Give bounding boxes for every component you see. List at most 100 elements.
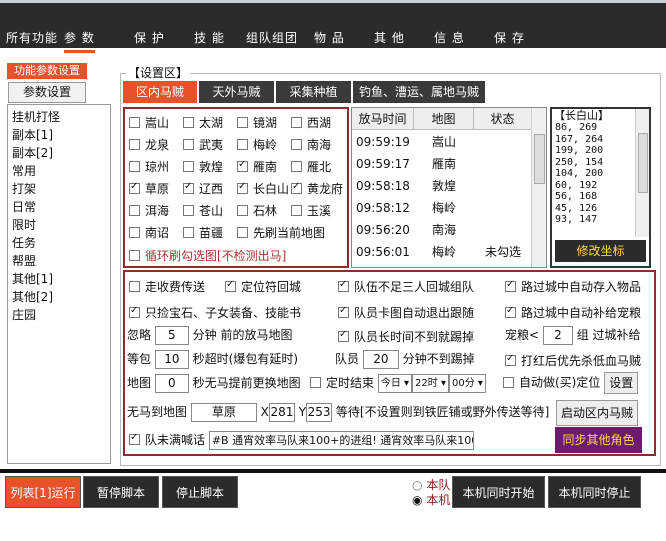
- day-select[interactable]: 今日 ▾: [377, 374, 413, 393]
- list-item[interactable]: 常用: [12, 162, 106, 180]
- kill-low-checkbox[interactable]: 打红后优先杀低血马贼: [505, 352, 641, 369]
- nav-tab-team[interactable]: 组队组团: [246, 29, 298, 46]
- map-checkbox[interactable]: 雁北: [291, 158, 331, 175]
- tab-outer-bandits[interactable]: 天外马贼: [199, 81, 274, 103]
- radio-machine[interactable]: ◉ 本机: [412, 493, 450, 508]
- table-row[interactable]: 09:58:12 梅岭: [352, 197, 532, 219]
- run-status-button[interactable]: 列表[1]运行中: [5, 476, 81, 532]
- tab-gathering[interactable]: 采集种植: [276, 81, 351, 103]
- toll-teleport-checkbox[interactable]: 走收费传送: [129, 278, 205, 295]
- column-header-map[interactable]: 地图: [414, 108, 474, 130]
- list-item[interactable]: 庄园: [12, 306, 106, 324]
- shout-checkbox[interactable]: [129, 432, 140, 445]
- table-row[interactable]: 09:56:20 南海: [352, 219, 532, 241]
- nav-tab-items[interactable]: 物 品: [314, 29, 345, 46]
- table-scrollbar[interactable]: [531, 108, 546, 267]
- wait-seconds-input[interactable]: 10: [154, 350, 189, 369]
- table-row[interactable]: 09:56:01 梅岭 未勾选: [352, 241, 532, 263]
- nav-tab-protect[interactable]: 保 护: [134, 29, 165, 46]
- list-item[interactable]: 打架: [12, 180, 106, 198]
- member-stuck-checkbox[interactable]: 队员卡图自动退出跟随: [338, 304, 474, 321]
- map-checkbox[interactable]: 太湖: [183, 114, 223, 131]
- checkbox-icon: [129, 139, 140, 150]
- stop-script-button[interactable]: 停止脚本: [162, 476, 238, 508]
- ignore-minutes-input[interactable]: 5: [154, 326, 189, 345]
- x-input[interactable]: 281: [268, 403, 295, 422]
- map-checkbox[interactable]: 琼州: [129, 158, 169, 175]
- nav-tab-info[interactable]: 信 息: [434, 29, 465, 46]
- table-row[interactable]: 09:58:18 敦煌: [352, 175, 532, 197]
- column-header-time[interactable]: 放马时间: [352, 108, 414, 130]
- auto-pet-food-checkbox[interactable]: 路过城中自动补给宠粮: [505, 304, 641, 321]
- map-checkbox[interactable]: 先刷当前地图: [237, 224, 325, 241]
- map-checkbox[interactable]: 苍山: [183, 202, 223, 219]
- map-checkbox[interactable]: 武夷: [183, 136, 223, 153]
- list-item[interactable]: 限时: [12, 216, 106, 234]
- map-checkbox[interactable]: 苗疆: [183, 224, 223, 241]
- pick-only-checkbox[interactable]: 只捡宝石、子女装备、技能书: [129, 304, 301, 321]
- map-seconds-input[interactable]: 0: [154, 374, 189, 393]
- param-settings-button[interactable]: 参数设置: [8, 82, 86, 103]
- radio-team[interactable]: ○ 本队: [412, 478, 450, 493]
- sync-other-roles-button[interactable]: 同步其他角色: [555, 427, 642, 453]
- nav-tab-save[interactable]: 保 存: [494, 29, 525, 46]
- map-checkbox[interactable]: 镜湖: [237, 114, 277, 131]
- modify-coords-button[interactable]: 修改坐标: [555, 240, 646, 262]
- auto-locate-checkbox[interactable]: [503, 376, 514, 388]
- map-checkbox[interactable]: 西湖: [291, 114, 331, 131]
- map-checkbox[interactable]: 雁南: [237, 158, 277, 175]
- pause-script-button[interactable]: 暂停脚本: [83, 476, 159, 508]
- shout-text-input[interactable]: #B 通宵效率马队来100+的进组! 通宵效率马队来100+的进组!: [208, 431, 474, 450]
- table-row[interactable]: 09:59:19 嵩山: [352, 131, 532, 153]
- loop-selected-maps-checkbox[interactable]: 循环刷勾选图[不检测出马]: [129, 247, 286, 264]
- map-checkbox[interactable]: 南海: [291, 136, 331, 153]
- list-item[interactable]: 其他[1]: [12, 270, 106, 288]
- map-checkbox[interactable]: 玉溪: [291, 202, 331, 219]
- team-less-three-checkbox[interactable]: 队伍不足三人回城组队: [338, 278, 474, 295]
- map-checkbox[interactable]: 洱海: [129, 202, 169, 219]
- map-checkbox[interactable]: 梅岭: [237, 136, 277, 153]
- map-checkbox[interactable]: 敦煌: [183, 158, 223, 175]
- auto-store-checkbox[interactable]: 路过城中自动存入物品: [505, 278, 641, 295]
- timed-end-checkbox[interactable]: [310, 377, 321, 388]
- column-header-status[interactable]: 状态: [474, 108, 532, 130]
- locator-return-checkbox[interactable]: 定位符回城: [225, 278, 301, 295]
- sync-stop-button[interactable]: 本机同时停止: [548, 476, 641, 508]
- nav-tab-params[interactable]: 参 数: [64, 29, 95, 53]
- map-checkbox[interactable]: 草原: [129, 180, 169, 197]
- start-inner-bandits-button[interactable]: 启动区内马贼: [556, 400, 639, 426]
- list-item[interactable]: 任务: [12, 234, 106, 252]
- tab-inner-bandits[interactable]: 区内马贼: [123, 81, 197, 103]
- map-checkbox[interactable]: 长白山: [237, 180, 289, 197]
- settings-button[interactable]: 设置: [604, 372, 639, 394]
- sync-start-button[interactable]: 本机同时开始: [452, 476, 545, 508]
- member-kick-checkbox[interactable]: 队员长时间不到就踢掉: [338, 328, 474, 345]
- no-horse-map-input[interactable]: 草原: [190, 403, 257, 422]
- list-item[interactable]: 日常: [12, 198, 106, 216]
- nav-tab-other[interactable]: 其 他: [374, 29, 405, 46]
- map-checkbox[interactable]: 嵩山: [129, 114, 169, 131]
- map-checkbox[interactable]: 龙泉: [129, 136, 169, 153]
- map-checkbox[interactable]: 辽西: [183, 180, 223, 197]
- map-checkbox[interactable]: 南诏: [129, 224, 169, 241]
- map-checkbox[interactable]: 黄龙府: [291, 180, 343, 197]
- tab-fishing-transport[interactable]: 钓鱼、漕运、属地马贼: [353, 81, 485, 103]
- list-item[interactable]: 挂机打怪: [12, 108, 106, 126]
- pet-food-input[interactable]: 2: [542, 326, 573, 345]
- list-item[interactable]: 帮盟: [12, 252, 106, 270]
- nav-tab-all[interactable]: 所有功能: [6, 29, 58, 46]
- member-minutes-input[interactable]: 20: [362, 350, 399, 369]
- shout-row: 队未满喊话 #B 通宵效率马队来100+的进组! 通宵效率马队来100+的进组!: [129, 431, 474, 450]
- list-item[interactable]: 副本[2]: [12, 144, 106, 162]
- hour-select[interactable]: 22时 ▾: [412, 374, 449, 393]
- table-row[interactable]: 09:55:41 黄龙府: [352, 263, 532, 267]
- map-checkbox[interactable]: 石林: [237, 202, 277, 219]
- minute-select[interactable]: 00分 ▾: [448, 374, 486, 393]
- table-row[interactable]: 09:59:17 雁南: [352, 153, 532, 175]
- nav-tab-skills[interactable]: 技 能: [194, 29, 225, 46]
- y-input[interactable]: 253: [306, 403, 333, 422]
- list-item[interactable]: 其他[2]: [12, 288, 106, 306]
- coords-scrollbar[interactable]: [635, 109, 649, 237]
- pet-food-row: 宠粮< 2 组 过城补给: [505, 326, 641, 345]
- list-item[interactable]: 副本[1]: [12, 126, 106, 144]
